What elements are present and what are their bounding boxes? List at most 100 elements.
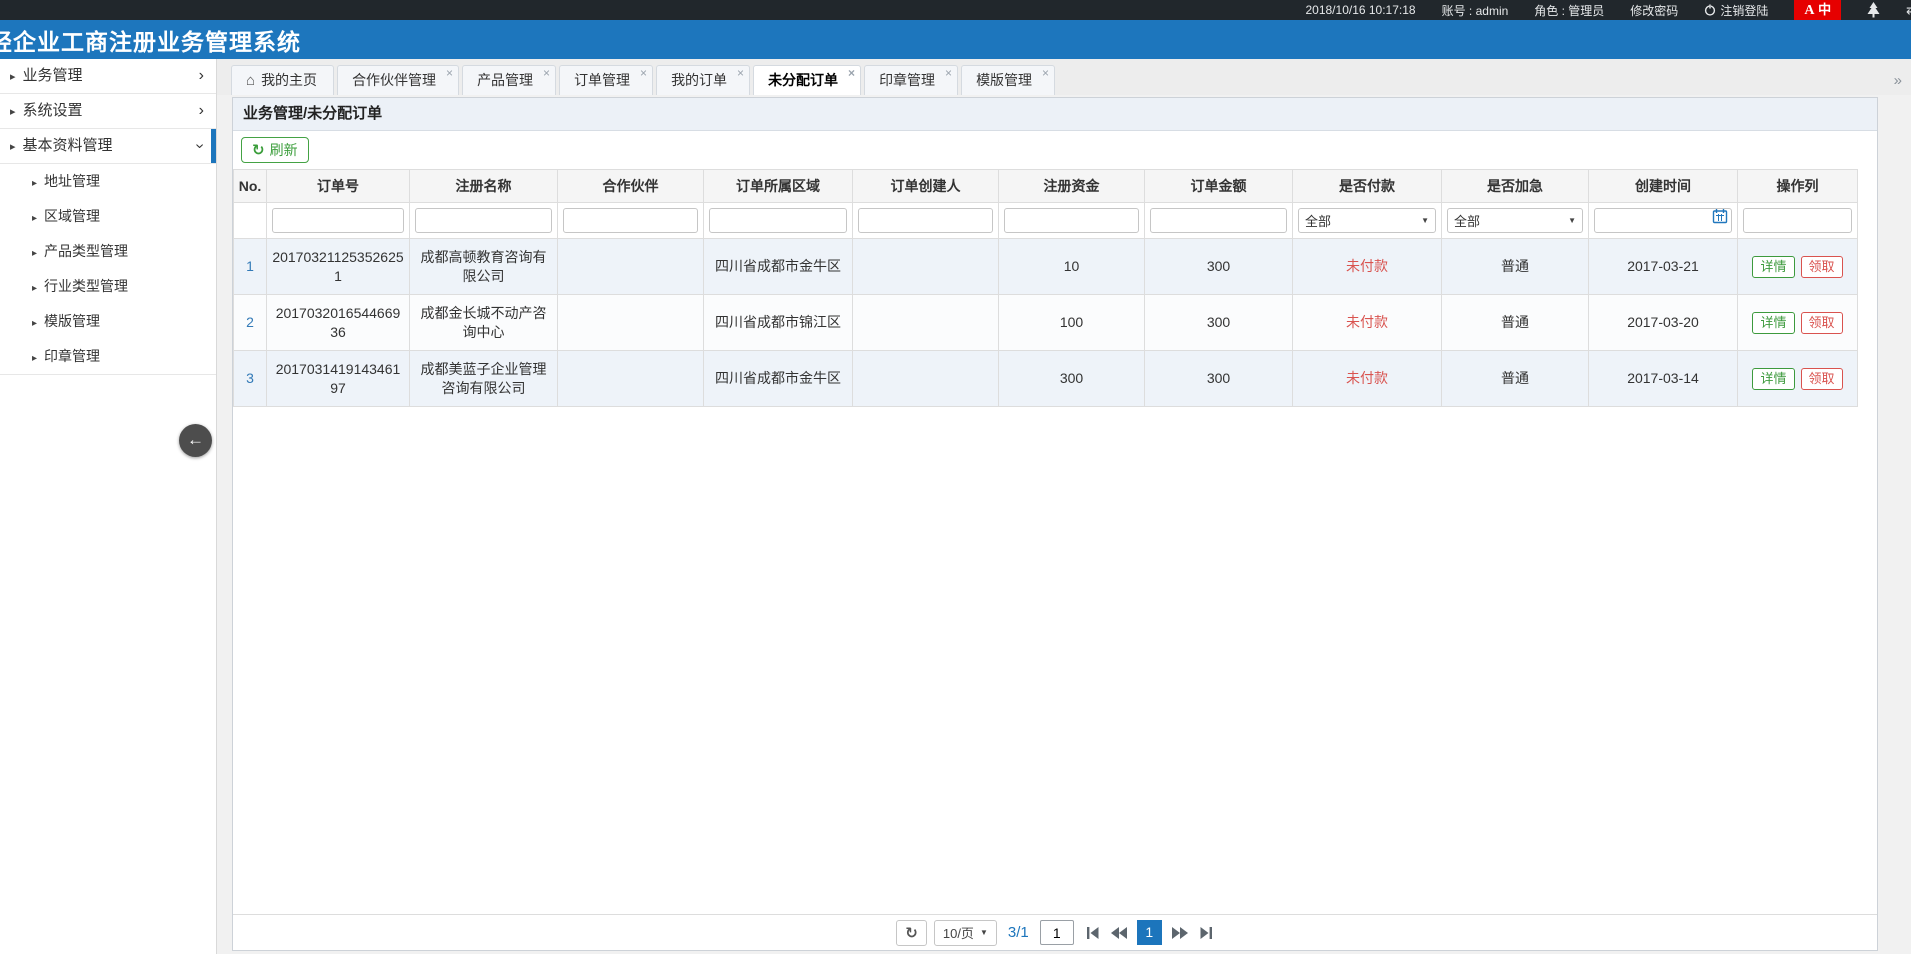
tab-unassigned-orders[interactable]: 未分配订单× — [753, 65, 861, 95]
created-date-cell: 2017-03-21 — [1589, 239, 1738, 295]
caret-right-icon: ▸ — [10, 106, 16, 118]
power-icon — [1704, 4, 1716, 16]
sidebar-item-region-mgmt[interactable]: ▸区域管理 — [0, 199, 216, 234]
tab-my-orders[interactable]: 我的订单× — [656, 65, 750, 95]
tab-bar: ⌂我的主页 合作伙伴管理× 产品管理× 订单管理× 我的订单× 未分配订单× 印… — [217, 59, 1911, 95]
urgency-cell: 普通 — [1442, 295, 1589, 351]
first-page-button[interactable] — [1085, 926, 1101, 940]
capital-cell: 10 — [999, 239, 1145, 295]
sidebar-group-business-mgmt[interactable]: ▸业务管理 › — [0, 59, 216, 94]
capital-cell: 100 — [999, 295, 1145, 351]
app-title: 轻企业工商注册业务管理系统 — [0, 23, 301, 57]
sidebar-item-address-mgmt[interactable]: ▸地址管理 — [0, 164, 216, 199]
detail-button[interactable]: 详情 — [1752, 312, 1794, 334]
last-page-button[interactable] — [1198, 926, 1214, 940]
role-label: 角色 : 管理员 — [1534, 2, 1604, 19]
actions-cell: 详情领取 — [1738, 239, 1858, 295]
page-number-input[interactable] — [1040, 920, 1074, 945]
collapse-sidebar-button[interactable]: ← — [179, 424, 212, 457]
amount-cell: 300 — [1145, 295, 1293, 351]
next-page-button[interactable] — [1171, 926, 1189, 940]
language-badge[interactable]: A 中 — [1794, 0, 1841, 20]
close-icon[interactable]: × — [446, 66, 453, 80]
prev-page-button[interactable] — [1110, 926, 1128, 940]
close-icon[interactable]: × — [848, 66, 855, 80]
caret-right-icon: ▸ — [32, 248, 37, 259]
claim-button[interactable]: 领取 — [1801, 256, 1843, 278]
pagination-refresh-button[interactable]: ↻ — [896, 920, 927, 946]
region-cell: 四川省成都市金牛区 — [704, 239, 853, 295]
filter-creator-input[interactable] — [858, 208, 993, 233]
filter-reg-name-input[interactable] — [415, 208, 552, 233]
filter-order-no-input[interactable] — [272, 208, 404, 233]
tab-my-home[interactable]: ⌂我的主页 — [231, 65, 334, 95]
sidebar-group-system-settings[interactable]: ▸系统设置 › — [0, 94, 216, 129]
chevron-right-icon: › — [199, 59, 204, 93]
col-header-actions: 操作列 — [1738, 170, 1858, 203]
sidebar-item-industry-type-mgmt[interactable]: ▸行业类型管理 — [0, 269, 216, 304]
filter-urgent-select[interactable]: 全部 ▼ — [1447, 208, 1583, 233]
tab-seal-mgmt[interactable]: 印章管理× — [864, 65, 958, 95]
tab-template-mgmt[interactable]: 模版管理× — [961, 65, 1055, 95]
pagination-bar: ↻ 10/页 ▼ 3/1 — [233, 914, 1877, 950]
caret-right-icon: ▸ — [32, 213, 37, 224]
close-icon[interactable]: × — [640, 66, 647, 80]
close-icon[interactable]: × — [543, 66, 550, 80]
close-icon[interactable]: × — [737, 66, 744, 80]
amount-cell: 300 — [1145, 351, 1293, 407]
creator-cell — [853, 239, 999, 295]
created-date-cell: 2017-03-20 — [1589, 295, 1738, 351]
caret-right-icon: ▸ — [32, 353, 37, 364]
close-icon[interactable]: × — [945, 66, 952, 80]
close-icon[interactable]: × — [1042, 66, 1049, 80]
filter-actions-input[interactable] — [1743, 208, 1852, 233]
filter-row: 全部 ▼ 全部 ▼ — [234, 203, 1858, 239]
tab-partner-mgmt[interactable]: 合作伙伴管理× — [337, 65, 459, 95]
reg-name-cell: 成都美蓝子企业管理咨询有限公司 — [410, 351, 558, 407]
page-size-select[interactable]: 10/页 ▼ — [934, 920, 997, 946]
calendar-icon[interactable] — [1712, 208, 1728, 224]
actions-cell: 详情领取 — [1738, 351, 1858, 407]
logout-link[interactable]: 注销登陆 — [1704, 2, 1768, 19]
tree-icon[interactable] — [1867, 2, 1880, 18]
detail-button[interactable]: 详情 — [1752, 368, 1794, 390]
sidebar-item-seal-mgmt[interactable]: ▸印章管理 — [0, 339, 216, 374]
breadcrumb: 业务管理/未分配订单 — [233, 98, 1877, 131]
tab-overflow-icon[interactable]: » — [1894, 72, 1902, 89]
swap-icon[interactable]: ⇄ — [1906, 2, 1911, 18]
sidebar-item-product-type-mgmt[interactable]: ▸产品类型管理 — [0, 234, 216, 269]
claim-button[interactable]: 领取 — [1801, 368, 1843, 390]
region-cell: 四川省成都市锦江区 — [704, 295, 853, 351]
claim-button[interactable]: 领取 — [1801, 312, 1843, 334]
reg-name-cell: 成都高顿教育咨询有限公司 — [410, 239, 558, 295]
sidebar-item-template-mgmt[interactable]: ▸模版管理 — [0, 304, 216, 339]
refresh-button[interactable]: ↻ 刷新 — [241, 137, 309, 163]
filter-capital-input[interactable] — [1004, 208, 1139, 233]
row-number: 1 — [234, 239, 267, 295]
caret-right-icon: ▸ — [32, 283, 37, 294]
filter-region-input[interactable] — [709, 208, 847, 233]
col-header-partner: 合作伙伴 — [558, 170, 704, 203]
col-header-paid: 是否付款 — [1293, 170, 1442, 203]
amount-cell: 300 — [1145, 239, 1293, 295]
change-password-link[interactable]: 修改密码 — [1630, 2, 1678, 19]
filter-amount-input[interactable] — [1150, 208, 1287, 233]
col-header-capital: 注册资金 — [999, 170, 1145, 203]
prev-page-icon — [1110, 926, 1128, 940]
table-header-row: No. 订单号 注册名称 合作伙伴 订单所属区域 订单创建人 注册资金 订单金额… — [234, 170, 1858, 203]
tab-product-mgmt[interactable]: 产品管理× — [462, 65, 556, 95]
partner-cell — [558, 351, 704, 407]
chevron-right-icon: › — [199, 94, 204, 128]
app-header: 轻企业工商注册业务管理系统 — [0, 20, 1911, 59]
sidebar-group-basic-data-mgmt[interactable]: ▸基本资料管理 › — [0, 129, 216, 164]
paid-status-cell: 未付款 — [1293, 239, 1442, 295]
current-page-button[interactable]: 1 — [1137, 920, 1162, 945]
col-header-no: No. — [234, 170, 267, 203]
order-no-cell: 201703201654466936 — [267, 295, 410, 351]
detail-button[interactable]: 详情 — [1752, 256, 1794, 278]
table-row: 3 201703141914346197 成都美蓝子企业管理咨询有限公司 四川省… — [234, 351, 1858, 407]
filter-partner-input[interactable] — [563, 208, 698, 233]
tab-order-mgmt[interactable]: 订单管理× — [559, 65, 653, 95]
filter-paid-select[interactable]: 全部 ▼ — [1298, 208, 1436, 233]
sidebar-submenu: ▸地址管理 ▸区域管理 ▸产品类型管理 ▸行业类型管理 ▸模版管理 ▸印章管理 — [0, 164, 216, 375]
